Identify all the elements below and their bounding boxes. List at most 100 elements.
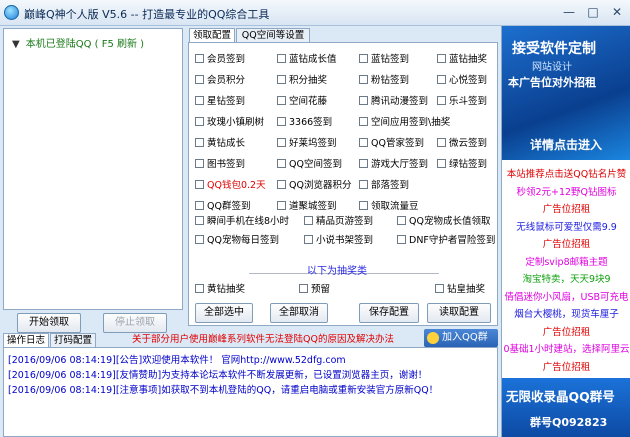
checkbox-option[interactable]: 粉钻签到 <box>359 72 409 86</box>
checkbox-option[interactable]: 空间花藤 <box>277 93 327 107</box>
checkbox-box[interactable] <box>359 137 368 147</box>
checkbox-option[interactable]: 玫瑰小镇刷树 <box>195 114 264 128</box>
checkbox-box[interactable] <box>195 215 204 225</box>
save-config-button[interactable]: 保存配置 <box>359 303 419 323</box>
checkbox-box[interactable] <box>277 200 286 210</box>
checkbox-box[interactable] <box>359 179 368 189</box>
checkbox-option[interactable]: 预留 <box>299 281 330 295</box>
checkbox-option[interactable]: 空间应用签到\抽奖 <box>359 114 450 128</box>
checkbox-box[interactable] <box>277 53 286 63</box>
checkbox-box[interactable] <box>359 200 368 210</box>
load-config-button[interactable]: 读取配置 <box>427 303 491 323</box>
start-collect-button[interactable]: 开始领取 <box>17 313 81 333</box>
checkbox-option[interactable]: 心悦签到 <box>437 72 487 86</box>
checkbox-box[interactable] <box>277 116 286 126</box>
checkbox-option[interactable]: 星钻签到 <box>195 93 245 107</box>
expand-arrow-icon[interactable]: ▼ <box>12 39 20 50</box>
checkbox-option[interactable]: 绿钻签到 <box>437 156 487 170</box>
tab-qzone-settings[interactable]: QQ空间等设置 <box>236 28 310 42</box>
checkbox-box[interactable] <box>195 283 204 293</box>
checkbox-box[interactable] <box>359 74 368 84</box>
checkbox-option[interactable]: 3366签到 <box>277 114 332 128</box>
checkbox-option[interactable]: 小说书架签到 <box>304 232 373 246</box>
checkbox-option[interactable]: QQ空间签到 <box>277 156 342 170</box>
ad-text-link[interactable]: 倩倡迷你小风扇，USB可充电 <box>502 289 630 303</box>
tab-collect-config[interactable]: 领取配置 <box>189 28 235 43</box>
stop-collect-button[interactable]: 停止领取 <box>103 313 167 333</box>
checkbox-box[interactable] <box>195 137 204 147</box>
checkbox-box[interactable] <box>277 179 286 189</box>
checkbox-box[interactable] <box>359 53 368 63</box>
minimize-button[interactable]: — <box>558 3 580 21</box>
checkbox-box[interactable] <box>299 283 308 293</box>
checkbox-box[interactable] <box>437 137 446 147</box>
checkbox-box[interactable] <box>277 74 286 84</box>
custom-software-ad-banner[interactable]: 接受软件定制 网站设计 本广告位对外招租 详情点击进入 <box>502 26 630 160</box>
checkbox-option[interactable]: QQ管家签到 <box>359 135 424 149</box>
checkbox-option[interactable]: 积分抽奖 <box>277 72 327 86</box>
checkbox-option[interactable]: 会员签到 <box>195 51 245 65</box>
checkbox-box[interactable] <box>359 158 368 168</box>
ad-text-link[interactable]: 定制svip8邮箱主题 <box>502 254 630 268</box>
checkbox-option[interactable]: 蓝钻成长值 <box>277 51 337 65</box>
checkbox-option[interactable]: 腾讯动漫签到 <box>359 93 428 107</box>
qq-account-tree[interactable]: ▼ 本机已登陆QQ ( F5 刷新 ) <box>3 28 183 310</box>
checkbox-option[interactable]: 好莱坞签到 <box>277 135 337 149</box>
deselect-all-button[interactable]: 全部取消 <box>270 303 328 323</box>
checkbox-box[interactable] <box>195 200 204 210</box>
checkbox-option[interactable]: 精品页游签到 <box>304 213 373 227</box>
checkbox-option[interactable]: 部落签到 <box>359 177 409 191</box>
checkbox-option[interactable]: QQ宠物成长值领取 <box>397 213 490 227</box>
close-button[interactable]: ✕ <box>606 3 628 21</box>
checkbox-option[interactable]: 游戏大厅签到 <box>359 156 428 170</box>
checkbox-option[interactable]: 微云签到 <box>437 135 487 149</box>
checkbox-box[interactable] <box>195 95 204 105</box>
checkbox-box[interactable] <box>195 116 204 126</box>
ad-text-link[interactable]: 广告位招租 <box>502 201 630 215</box>
ad-text-link[interactable]: 秒领2元+12野Q钻图标 <box>502 184 630 198</box>
checkbox-option[interactable]: 黄钻成长 <box>195 135 245 149</box>
login-issue-notice-link[interactable]: 关于部分用户使用巅峰系列软件无法登陆QQ的原因及解决办法 <box>132 331 394 345</box>
checkbox-box[interactable] <box>359 95 368 105</box>
checkbox-box[interactable] <box>195 74 204 84</box>
checkbox-option[interactable]: QQ宠物每日签到 <box>195 232 279 246</box>
checkbox-option[interactable]: 钻皇抽奖 <box>435 281 485 295</box>
checkbox-option[interactable]: 道聚城签到 <box>277 198 337 212</box>
join-qq-group-button[interactable]: 加入QQ群 <box>424 329 498 347</box>
maximize-button[interactable]: □ <box>582 3 604 21</box>
qq-group-ad-banner[interactable]: 无限收录晶QQ群号 群号Q092823 <box>502 378 630 437</box>
tab-captcha-config[interactable]: 打码配置 <box>50 333 96 347</box>
checkbox-option[interactable]: QQ浏览器积分 <box>277 177 351 191</box>
ad-text-link[interactable]: 淘宝特卖，天天9块9 <box>502 271 630 285</box>
checkbox-box[interactable] <box>277 137 286 147</box>
checkbox-box[interactable] <box>359 116 368 126</box>
checkbox-option[interactable]: 图书签到 <box>195 156 245 170</box>
ad-text-link[interactable]: 广告位招租 <box>502 236 630 250</box>
ad-text-link[interactable]: 无线鼠标可爱型仅需9.9 <box>502 219 630 233</box>
checkbox-option[interactable]: 领取流量豆 <box>359 198 419 212</box>
checkbox-box[interactable] <box>277 95 286 105</box>
checkbox-box[interactable] <box>437 53 446 63</box>
checkbox-box[interactable] <box>195 234 204 244</box>
ad-text-link[interactable]: 本站推荐点击送QQ钻名片赞 <box>502 166 630 180</box>
ad-text-link[interactable]: 广告位招租 <box>502 324 630 338</box>
checkbox-box[interactable] <box>195 53 204 63</box>
ad-banner-cta[interactable]: 详情点击进入 <box>530 136 602 153</box>
checkbox-option[interactable]: 瞬间手机在线8小时 <box>195 213 289 227</box>
checkbox-box[interactable] <box>437 95 446 105</box>
checkbox-option[interactable]: 黄钻抽奖 <box>195 281 245 295</box>
select-all-button[interactable]: 全部选中 <box>195 303 253 323</box>
checkbox-box[interactable] <box>397 234 406 244</box>
ad-text-link[interactable]: 0基础1小时建站，选择阿里云 <box>502 341 630 355</box>
ad-text-link[interactable]: 广告位招租 <box>502 359 630 373</box>
ad-text-link[interactable]: 烟台大樱桃，现货车厘子 <box>502 306 630 320</box>
checkbox-option[interactable]: QQ钱包0.2天 <box>195 177 266 191</box>
checkbox-option[interactable]: 会员积分 <box>195 72 245 86</box>
checkbox-option[interactable]: 蓝钻抽奖 <box>437 51 487 65</box>
checkbox-box[interactable] <box>195 179 204 189</box>
checkbox-box[interactable] <box>435 283 444 293</box>
checkbox-box[interactable] <box>277 158 286 168</box>
checkbox-box[interactable] <box>397 215 406 225</box>
tree-root-item[interactable]: ▼ 本机已登陆QQ ( F5 刷新 ) <box>12 35 144 50</box>
checkbox-box[interactable] <box>304 215 313 225</box>
